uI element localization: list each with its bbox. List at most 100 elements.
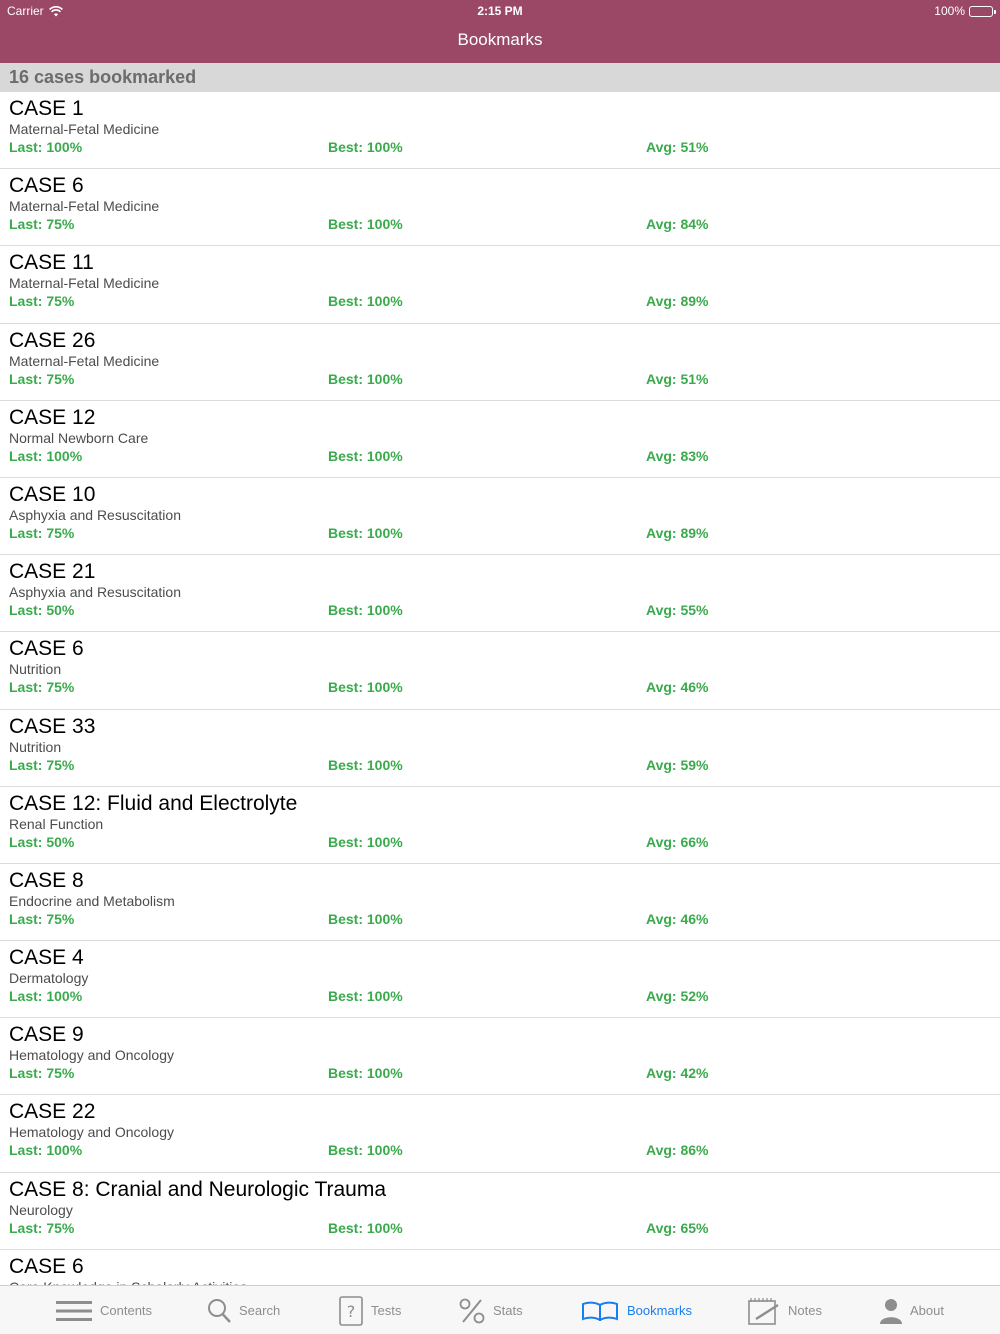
page-title: Bookmarks [457, 30, 543, 49]
tab-search[interactable]: Search [207, 1286, 280, 1334]
best-score: Best: 100% [328, 1219, 403, 1236]
case-title: CASE 26 [9, 328, 96, 352]
list-item[interactable]: CASE 4 Dermatology Last: 100% Best: 100% Avg… [0, 941, 1000, 1019]
case-title: CASE 12 [9, 405, 96, 429]
list-item[interactable]: CASE 33 Nutrition Last: 75% Best: 100% Avg: … [0, 710, 1000, 787]
last-score: Last: 75% [9, 293, 75, 310]
list-item[interactable]: CASE 6Core Knowledge in Scholarly Activi… [0, 1250, 1000, 1285]
best-score: Best: 100% [328, 447, 403, 464]
case-category: Maternal-Fetal Medicine [9, 198, 160, 215]
bookmark-list[interactable]: CASE 1 Maternal-Fetal Medicine Last: 100% B… [0, 92, 1000, 1285]
list-item[interactable]: CASE 8 Endocrine and Metabolism Last: 75% B… [0, 864, 1000, 942]
average-score: Avg: 51% [646, 139, 709, 155]
average-score: Avg: 59% [646, 756, 709, 773]
case-category: Maternal-Fetal Medicine [9, 275, 160, 292]
list-item[interactable]: CASE 10 Asphyxia and Resuscitation Last: 7… [0, 478, 1000, 556]
case-title: CASE 11 [9, 251, 94, 275]
list-item[interactable]: CASE 11 Maternal-Fetal Medicine Last: 75% B… [0, 246, 1000, 324]
navigation-bar: Carrier 2:15 PM 100% Bookmarks [0, 0, 1000, 63]
case-title: CASE 22 [9, 1100, 96, 1124]
best-score: Best: 100% [328, 139, 403, 155]
case-title: CASE 6 [9, 637, 84, 661]
average-score: Avg: 46% [646, 910, 709, 927]
best-score: Best: 100% [328, 293, 403, 310]
section-header: 16 cases bookmarked [0, 63, 1000, 92]
list-item[interactable]: CASE 12 Normal Newborn Care Last: 100% Best… [0, 401, 1000, 478]
last-score: Last: 75% [9, 756, 75, 773]
tab-bar: Contents Search? Tests Stats Bookmarks Notes A… [0, 1285, 1000, 1334]
case-category: Nutrition [9, 738, 62, 755]
average-score: Avg: 51% [646, 370, 709, 387]
average-score: Avg: 66% [646, 833, 709, 850]
last-score: Last: 75% [9, 370, 75, 387]
case-category: Asphyxia and Resuscitation [9, 506, 181, 523]
case-category: Nutrition [9, 661, 62, 678]
tab-label: About [910, 1303, 944, 1318]
case-category: Normal Newborn Care [9, 429, 149, 446]
tab-label: Bookmarks [627, 1303, 693, 1318]
last-score: Last: 75% [9, 216, 75, 233]
search-icon [207, 1298, 231, 1324]
list-item[interactable]: CASE 6 Maternal-Fetal Medicine Last: 75% Be… [0, 169, 1000, 247]
tab-label: Tests [371, 1303, 402, 1318]
question-icon: ? [339, 1295, 363, 1326]
tab-bookmarks[interactable]: Bookmarks [581, 1286, 692, 1334]
case-category: Renal Function [9, 815, 104, 832]
case-title: CASE 8 [9, 868, 84, 892]
best-score: Best: 100% [328, 602, 403, 619]
battery-percent: 100% [934, 4, 965, 18]
list-item[interactable]: CASE 9 Hematology and Oncology Last: 75% Be… [0, 1018, 1000, 1096]
notepad-icon [748, 1297, 780, 1325]
best-score: Best: 100% [328, 1065, 403, 1082]
best-score: Best: 100% [328, 216, 403, 233]
best-score: Best: 100% [328, 1142, 403, 1159]
list-item[interactable]: CASE 26 Maternal-Fetal Medicine Last: 75% B… [0, 324, 1000, 401]
case-title: CASE 6 [9, 1254, 84, 1278]
last-score: Last: 75% [9, 910, 75, 927]
battery-indicator: 100% [934, 4, 996, 18]
last-score: Last: 75% [9, 1065, 75, 1082]
case-title: CASE 9 [9, 1023, 84, 1047]
percent-icon [459, 1298, 485, 1324]
list-item[interactable]: CASE 21 Asphyxia and Resuscitation Last: 5… [0, 555, 1000, 633]
last-score: Last: 100% [9, 139, 83, 155]
average-score: Avg: 86% [646, 1142, 709, 1159]
average-score: Avg: 55% [646, 602, 709, 619]
case-title: CASE 21 [9, 560, 96, 584]
status-bar: Carrier 2:15 PM 100% [0, 0, 1000, 22]
case-title: CASE 33 [9, 714, 96, 738]
average-score: Avg: 42% [646, 1065, 709, 1082]
tab-contents[interactable]: Contents [56, 1286, 152, 1334]
best-score: Best: 100% [328, 833, 403, 850]
tab-about[interactable]: About [880, 1286, 944, 1334]
case-title: CASE 12: Fluid and Electrolyte [9, 791, 298, 815]
status-time: 2:15 PM [477, 4, 523, 18]
list-icon [56, 1299, 92, 1323]
svg-text:?: ? [347, 1302, 356, 1321]
case-title: CASE 4 [9, 946, 84, 970]
last-score: Last: 100% [9, 1142, 83, 1159]
book-icon [581, 1301, 619, 1321]
list-item[interactable]: CASE 12: Fluid and Electrolyte Renal Func… [0, 787, 1000, 864]
last-score: Last: 75% [9, 679, 75, 696]
case-category: Hematology and Oncology [9, 1124, 174, 1141]
tab-stats[interactable]: Stats [459, 1286, 523, 1334]
tab-tests[interactable]: ? Tests [339, 1286, 401, 1334]
list-item[interactable]: CASE 8: Cranial and Neurologic Trauma Neu… [0, 1173, 1000, 1250]
tab-label: Contents [100, 1303, 153, 1318]
tab-notes[interactable]: Notes [748, 1286, 822, 1334]
case-category: Endocrine and Metabolism [9, 892, 175, 909]
average-score: Avg: 83% [646, 447, 709, 464]
list-item[interactable]: CASE 6 Nutrition Last: 75% Best: 100% Avg: 4… [0, 632, 1000, 710]
last-score: Last: 50% [9, 833, 75, 850]
case-category: Maternal-Fetal Medicine [9, 352, 160, 369]
best-score: Best: 100% [328, 370, 403, 387]
average-score: Avg: 65% [646, 1219, 709, 1236]
list-item[interactable]: CASE 22 Hematology and Oncology Last: 100%… [0, 1095, 1000, 1173]
case-title: CASE 8: Cranial and Neurologic Trauma [9, 1177, 387, 1201]
best-score: Best: 100% [328, 988, 403, 1005]
battery-icon [969, 5, 996, 17]
case-category: Asphyxia and Resuscitation [9, 584, 181, 601]
list-item[interactable]: CASE 1 Maternal-Fetal Medicine Last: 100% B… [0, 92, 1000, 170]
person-icon [880, 1298, 902, 1324]
